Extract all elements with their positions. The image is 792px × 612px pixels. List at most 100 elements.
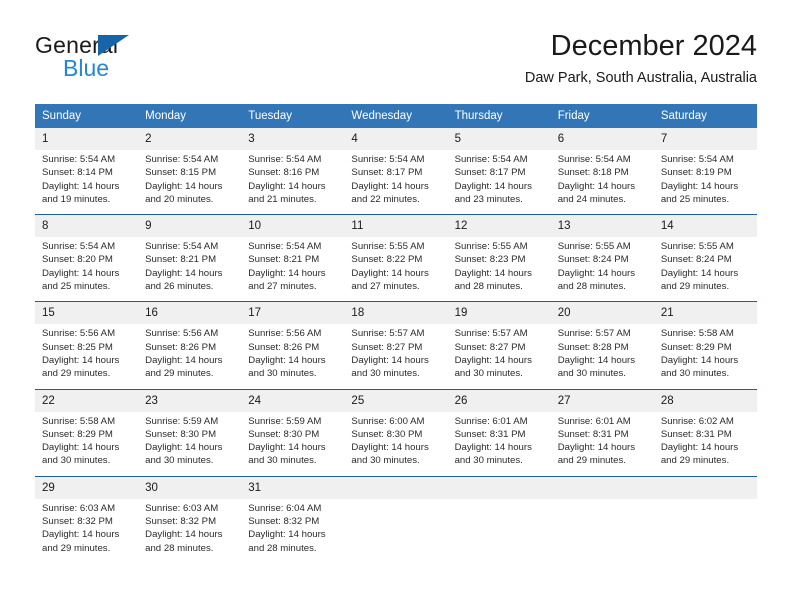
week-detail-band: Sunrise: 5:54 AM Sunset: 8:14 PM Dayligh…	[35, 150, 757, 214]
day-number[interactable]: 6	[551, 128, 654, 150]
day-number[interactable]: 29	[35, 477, 138, 499]
day-number[interactable]: 17	[241, 302, 344, 324]
day-number[interactable]: 19	[448, 302, 551, 324]
day-cell[interactable]: Sunrise: 5:59 AM Sunset: 8:30 PM Dayligh…	[138, 412, 241, 476]
day-number[interactable]: 11	[344, 215, 447, 237]
day-number[interactable]: 24	[241, 390, 344, 412]
sunset-text: Sunset: 8:17 PM	[351, 167, 423, 179]
daylight-text-line1: Daylight: 14 hours	[42, 267, 120, 279]
sunrise-text: Sunrise: 5:54 AM	[145, 154, 219, 165]
sunrise-text: Sunrise: 5:54 AM	[351, 154, 425, 165]
day-number[interactable]: 28	[654, 390, 757, 412]
sunset-text: Sunset: 8:26 PM	[145, 341, 217, 353]
daylight-text-line2: and 21 minutes.	[248, 193, 317, 205]
day-cell[interactable]: Sunrise: 5:54 AM Sunset: 8:17 PM Dayligh…	[448, 150, 551, 214]
sunrise-text: Sunrise: 5:54 AM	[248, 241, 322, 253]
day-cell[interactable]: Sunrise: 5:55 AM Sunset: 8:24 PM Dayligh…	[551, 237, 654, 301]
daylight-text-line1: Daylight: 14 hours	[454, 442, 532, 454]
sunset-text: Sunset: 8:31 PM	[454, 428, 526, 440]
day-number[interactable]: 30	[138, 477, 241, 499]
day-number[interactable]: 13	[551, 215, 654, 237]
day-cell-empty	[654, 499, 757, 563]
day-cell[interactable]: Sunrise: 6:04 AM Sunset: 8:32 PM Dayligh…	[241, 499, 344, 563]
day-cell[interactable]: Sunrise: 5:55 AM Sunset: 8:23 PM Dayligh…	[448, 237, 551, 301]
week-daynumber-band: 1 2 3 4 5 6 7	[35, 128, 757, 150]
day-number[interactable]: 27	[551, 390, 654, 412]
daylight-text-line2: and 30 minutes.	[454, 455, 523, 467]
day-number[interactable]: 12	[448, 215, 551, 237]
day-number[interactable]: 4	[344, 128, 447, 150]
day-cell[interactable]: Sunrise: 5:54 AM Sunset: 8:18 PM Dayligh…	[551, 150, 654, 214]
sunrise-sunset-calendar: Sunday Monday Tuesday Wednesday Thursday…	[35, 104, 757, 563]
day-number[interactable]: 20	[551, 302, 654, 324]
daylight-text-line1: Daylight: 14 hours	[145, 180, 223, 192]
day-cell[interactable]: Sunrise: 6:02 AM Sunset: 8:31 PM Dayligh…	[654, 412, 757, 476]
day-cell[interactable]: Sunrise: 5:57 AM Sunset: 8:27 PM Dayligh…	[448, 324, 551, 388]
daylight-text-line2: and 30 minutes.	[42, 455, 111, 467]
daylight-text-line1: Daylight: 14 hours	[248, 354, 326, 366]
day-cell[interactable]: Sunrise: 5:54 AM Sunset: 8:21 PM Dayligh…	[138, 237, 241, 301]
day-cell[interactable]: Sunrise: 5:54 AM Sunset: 8:14 PM Dayligh…	[35, 150, 138, 214]
day-number[interactable]: 14	[654, 215, 757, 237]
day-cell[interactable]: Sunrise: 6:01 AM Sunset: 8:31 PM Dayligh…	[551, 412, 654, 476]
day-number[interactable]: 16	[138, 302, 241, 324]
day-cell[interactable]: Sunrise: 5:55 AM Sunset: 8:22 PM Dayligh…	[344, 237, 447, 301]
day-number[interactable]: 26	[448, 390, 551, 412]
day-cell[interactable]: Sunrise: 5:54 AM Sunset: 8:21 PM Dayligh…	[241, 237, 344, 301]
day-cell[interactable]: Sunrise: 5:55 AM Sunset: 8:24 PM Dayligh…	[654, 237, 757, 301]
day-cell[interactable]: Sunrise: 6:01 AM Sunset: 8:31 PM Dayligh…	[448, 412, 551, 476]
day-cell[interactable]: Sunrise: 5:54 AM Sunset: 8:20 PM Dayligh…	[35, 237, 138, 301]
day-cell[interactable]: Sunrise: 5:56 AM Sunset: 8:25 PM Dayligh…	[35, 324, 138, 388]
day-number[interactable]: 23	[138, 390, 241, 412]
day-number[interactable]: 1	[35, 128, 138, 150]
day-number[interactable]: 5	[448, 128, 551, 150]
calendar-week-row: 1 2 3 4 5 6 7 Sunrise: 5:54 AM Sunset: 8…	[35, 128, 757, 214]
sunset-text: Sunset: 8:19 PM	[660, 167, 732, 179]
sunset-text: Sunset: 8:27 PM	[454, 341, 526, 353]
day-cell[interactable]: Sunrise: 5:57 AM Sunset: 8:27 PM Dayligh…	[344, 324, 447, 388]
day-number[interactable]: 2	[138, 128, 241, 150]
sunset-text: Sunset: 8:30 PM	[351, 428, 423, 440]
day-cell[interactable]: Sunrise: 6:03 AM Sunset: 8:32 PM Dayligh…	[35, 499, 138, 563]
day-cell[interactable]: Sunrise: 5:54 AM Sunset: 8:16 PM Dayligh…	[241, 150, 344, 214]
sunset-text: Sunset: 8:32 PM	[145, 516, 217, 528]
sunrise-text: Sunrise: 5:54 AM	[42, 241, 116, 253]
day-cell[interactable]: Sunrise: 5:54 AM Sunset: 8:15 PM Dayligh…	[138, 150, 241, 214]
day-cell[interactable]: Sunrise: 6:00 AM Sunset: 8:30 PM Dayligh…	[344, 412, 447, 476]
day-cell[interactable]: Sunrise: 5:54 AM Sunset: 8:19 PM Dayligh…	[654, 150, 757, 214]
day-number[interactable]: 7	[654, 128, 757, 150]
day-number[interactable]: 25	[344, 390, 447, 412]
day-number[interactable]: 31	[241, 477, 344, 499]
day-cell[interactable]: Sunrise: 6:03 AM Sunset: 8:32 PM Dayligh…	[138, 499, 241, 563]
sunset-text: Sunset: 8:26 PM	[248, 341, 320, 353]
sunrise-text: Sunrise: 5:54 AM	[557, 154, 631, 165]
day-number[interactable]: 22	[35, 390, 138, 412]
day-cell[interactable]: Sunrise: 5:58 AM Sunset: 8:29 PM Dayligh…	[654, 324, 757, 388]
day-number[interactable]: 15	[35, 302, 138, 324]
weekday-header-friday: Friday	[557, 110, 590, 122]
general-blue-logo[interactable]: General Blue	[35, 32, 245, 88]
weekday-header-monday: Monday	[145, 110, 187, 122]
day-number[interactable]: 3	[241, 128, 344, 150]
day-cell[interactable]: Sunrise: 5:58 AM Sunset: 8:29 PM Dayligh…	[35, 412, 138, 476]
daylight-text-line1: Daylight: 14 hours	[557, 442, 636, 454]
day-number[interactable]: 9	[138, 215, 241, 237]
sunset-text: Sunset: 8:31 PM	[557, 428, 629, 440]
daylight-text-line2: and 29 minutes.	[42, 368, 111, 380]
day-number[interactable]: 10	[241, 215, 344, 237]
day-number-empty	[448, 477, 551, 499]
daylight-text-line1: Daylight: 14 hours	[145, 442, 223, 454]
sunset-text: Sunset: 8:32 PM	[248, 516, 320, 528]
week-daynumber-band: 22 23 24 25 26 27 28	[35, 389, 757, 412]
day-number[interactable]: 21	[654, 302, 757, 324]
day-number[interactable]: 18	[344, 302, 447, 324]
day-cell[interactable]: Sunrise: 5:59 AM Sunset: 8:30 PM Dayligh…	[241, 412, 344, 476]
daylight-text-line2: and 30 minutes.	[248, 368, 317, 380]
day-cell[interactable]: Sunrise: 5:54 AM Sunset: 8:17 PM Dayligh…	[344, 150, 447, 214]
day-cell[interactable]: Sunrise: 5:56 AM Sunset: 8:26 PM Dayligh…	[241, 324, 344, 388]
daylight-text-line1: Daylight: 14 hours	[454, 180, 532, 192]
day-number[interactable]: 8	[35, 215, 138, 237]
sunset-text: Sunset: 8:24 PM	[660, 254, 732, 266]
day-cell[interactable]: Sunrise: 5:57 AM Sunset: 8:28 PM Dayligh…	[551, 324, 654, 388]
day-cell[interactable]: Sunrise: 5:56 AM Sunset: 8:26 PM Dayligh…	[138, 324, 241, 388]
